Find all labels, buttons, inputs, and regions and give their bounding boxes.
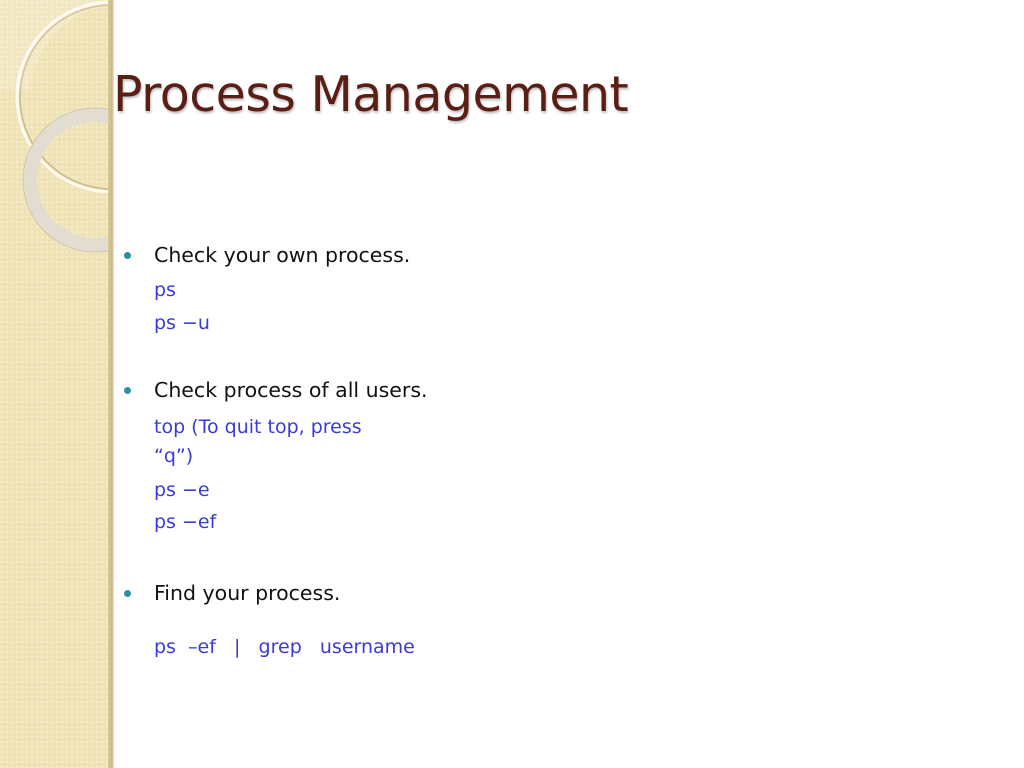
command-line: top (To quit top, press [154,416,362,438]
slide-title: Process Management [113,66,629,123]
bullet-text: Check process of all users. [154,378,428,402]
bullet-item: Check your own process. [124,243,410,267]
bullet-icon [124,251,131,259]
command-line: “q”) [154,445,194,467]
bullet-item: Find your process. [124,581,340,605]
bullet-item: Check process of all users. [124,378,428,402]
command-line: ps −ef [154,511,217,533]
decorative-sidebar [0,0,112,768]
command-line: ps –ef | grep username [154,636,415,658]
command-line: ps [154,279,176,301]
bullet-icon [124,386,131,394]
command-line: ps −u [154,312,210,334]
bullet-text: Find your process. [154,581,341,605]
bullet-icon [124,589,131,597]
decorative-circles-icon [0,0,112,253]
bullet-text: Check your own process. [154,243,411,267]
command-line: ps −e [154,479,210,501]
